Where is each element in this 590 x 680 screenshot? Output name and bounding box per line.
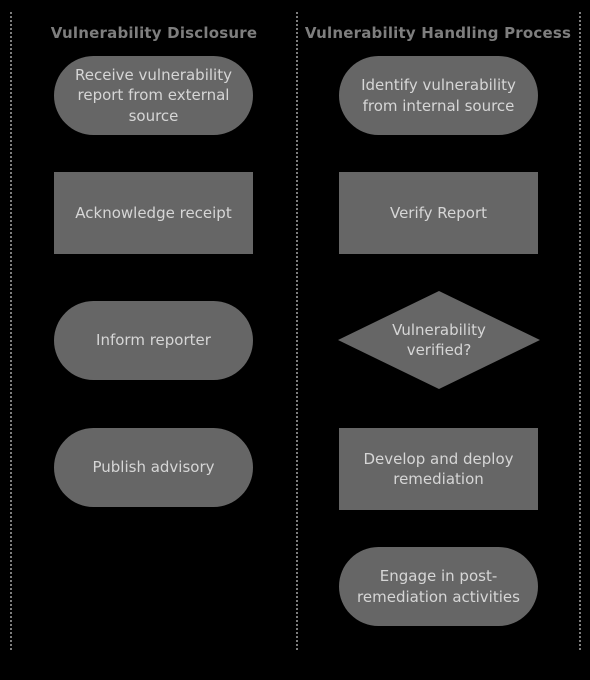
swimlane-divider-right: [579, 12, 581, 650]
node-develop-deploy-remediation[interactable]: Develop and deploy remediation: [339, 428, 538, 510]
node-label: Verify Report: [389, 203, 488, 222]
node-label: Receive vulnerability report from extern…: [75, 66, 232, 125]
node-label: Develop and deploy remediation: [363, 449, 514, 488]
node-vulnerability-verified[interactable]: Vulnerability verified?: [338, 291, 540, 389]
diagram-canvas: Vulnerability Disclosure Vulnerability H…: [0, 0, 590, 680]
node-inform-reporter[interactable]: Inform reporter: [54, 301, 253, 380]
node-verify-report[interactable]: Verify Report: [339, 172, 538, 254]
node-acknowledge-receipt[interactable]: Acknowledge receipt: [54, 172, 253, 254]
swimlane-divider-middle: [296, 12, 298, 650]
node-publish-advisory[interactable]: Publish advisory: [54, 428, 253, 507]
node-label: Engage in post-remediation activities: [357, 567, 520, 606]
swimlane-title-vulnerability-handling-process: Vulnerability Handling Process: [304, 24, 572, 42]
node-label: Vulnerability verified?: [392, 320, 486, 359]
node-label: Inform reporter: [96, 331, 211, 350]
node-label: Publish advisory: [92, 458, 215, 477]
swimlane-divider-left: [10, 12, 12, 650]
swimlane-title-vulnerability-disclosure: Vulnerability Disclosure: [50, 24, 258, 42]
node-engage-post-remediation[interactable]: Engage in post-remediation activities: [339, 547, 538, 626]
node-label: Identify vulnerability from internal sou…: [361, 76, 516, 115]
node-identify-vulnerability[interactable]: Identify vulnerability from internal sou…: [339, 56, 538, 135]
node-receive-report[interactable]: Receive vulnerability report from extern…: [54, 56, 253, 135]
node-label: Acknowledge receipt: [75, 203, 232, 222]
